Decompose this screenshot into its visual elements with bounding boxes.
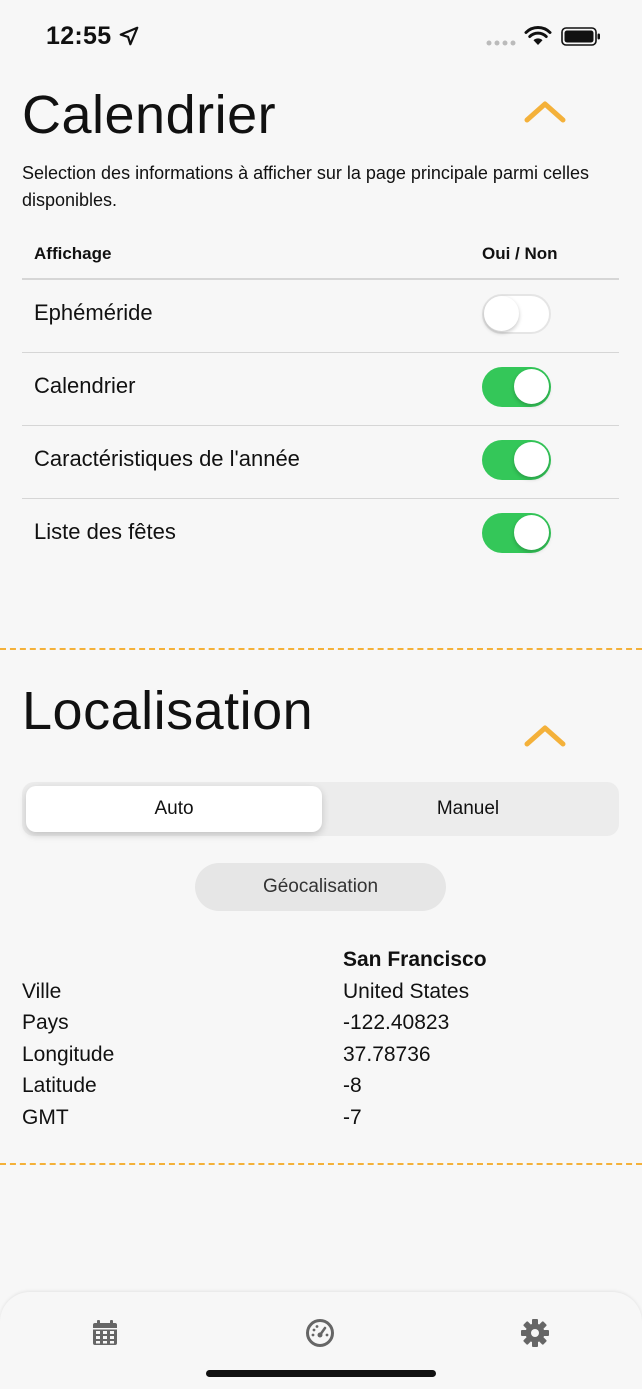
- header-affichage: Affichage: [34, 244, 112, 263]
- settings-table-header: Affichage Oui / Non: [22, 234, 619, 280]
- calendrier-description: Selection des informations à afficher su…: [22, 163, 589, 210]
- toggle-knob: [514, 442, 549, 477]
- label-gmt: GMT: [22, 1106, 69, 1129]
- label-pays: Pays: [22, 1011, 69, 1034]
- row-caracteristiques: Caractéristiques de l'année: [22, 426, 619, 499]
- row-label: Caractéristiques de l'année: [34, 446, 300, 471]
- localisation-title: Localisation: [22, 681, 314, 741]
- wifi-icon: [524, 26, 552, 45]
- toggle-caracteristiques[interactable]: [482, 440, 551, 480]
- label-latitude: Latitude: [22, 1074, 97, 1097]
- dashboard-icon[interactable]: [305, 1318, 335, 1348]
- toggle-liste-fetes[interactable]: [482, 513, 551, 553]
- row-label: Calendrier: [34, 373, 136, 398]
- toggle-knob: [484, 296, 519, 331]
- value-longitude: 37.78736: [343, 1043, 431, 1066]
- battery-icon: [561, 27, 600, 46]
- segment-manuel[interactable]: Manuel: [320, 786, 616, 832]
- label-longitude: Longitude: [22, 1043, 115, 1066]
- toggle-ephemeride[interactable]: [482, 294, 551, 334]
- calendrier-title: Calendrier: [22, 85, 277, 145]
- chevron-up-icon[interactable]: [523, 722, 567, 748]
- toggle-knob: [514, 369, 549, 404]
- location-arrow-icon: [119, 26, 139, 46]
- section-divider: [0, 648, 642, 650]
- location-mode-segmented-control: Auto Manuel: [22, 782, 619, 836]
- segment-auto[interactable]: Auto: [26, 786, 322, 832]
- toggle-knob: [514, 515, 549, 550]
- calendar-icon[interactable]: [90, 1318, 120, 1348]
- row-label: Liste des fêtes: [34, 519, 176, 544]
- value-pays: -122.40823: [343, 1011, 450, 1034]
- value-ville: United States: [343, 980, 470, 1003]
- row-liste-fetes: Liste des fêtes: [22, 499, 619, 572]
- row-label: Ephéméride: [34, 300, 153, 325]
- chevron-up-icon[interactable]: [523, 98, 567, 124]
- label-ville: Ville: [22, 980, 62, 1003]
- gear-icon[interactable]: [520, 1318, 550, 1348]
- status-bar: 12:55: [0, 0, 642, 74]
- home-indicator[interactable]: [206, 1370, 436, 1377]
- header-oui-non: Oui / Non: [482, 244, 558, 263]
- city-name: San Francisco: [343, 948, 487, 971]
- screen: 12:55 Calendrier Selection des informati…: [0, 0, 642, 1389]
- toggle-calendrier[interactable]: [482, 367, 551, 407]
- geolocation-button[interactable]: Géocalisation: [195, 863, 446, 911]
- section-divider: [0, 1163, 642, 1165]
- row-calendrier: Calendrier: [22, 353, 619, 426]
- cellular-signal-icon: [486, 40, 516, 46]
- status-time: 12:55: [46, 22, 112, 50]
- value-gmt: -7: [343, 1106, 362, 1129]
- value-latitude: -8: [343, 1074, 362, 1097]
- row-ephemeride: Ephéméride: [22, 280, 619, 353]
